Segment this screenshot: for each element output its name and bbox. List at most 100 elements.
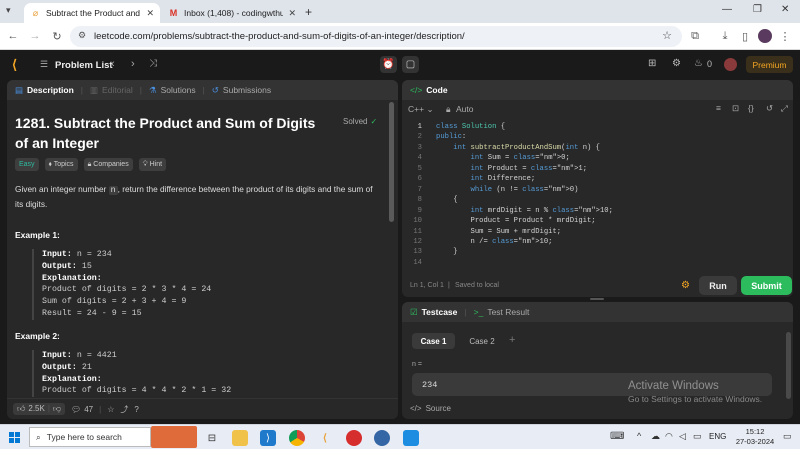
- battery-icon[interactable]: ▭: [693, 431, 702, 442]
- topics-chip[interactable]: ⬧ Topics: [44, 158, 78, 171]
- leetcode-icon: ⌀: [32, 7, 39, 18]
- example-1-line: Product of digits = 2 * 3 * 4 = 24: [42, 285, 212, 295]
- language-select[interactable]: C++ ⌄: [408, 104, 434, 115]
- code-editor[interactable]: 1 class Solution {2 public: 3 int subtractP…: [402, 123, 793, 275]
- clock-time: 15:12: [745, 427, 765, 436]
- layout-icon[interactable]: ⊞: [648, 58, 656, 69]
- forward-icon[interactable]: →: [28, 29, 42, 43]
- code-line: 11 Sum = Sum + mrdDigit;: [402, 228, 793, 239]
- line-number: 8: [417, 196, 422, 205]
- user-avatar[interactable]: [724, 58, 737, 71]
- clock[interactable]: 15:12 27-03-2024: [731, 427, 779, 447]
- bookmark-star-icon[interactable]: ☆: [662, 29, 672, 42]
- explanation-label: Explanation:: [42, 374, 102, 384]
- scrollbar[interactable]: [786, 332, 791, 399]
- problem-list-link[interactable]: Problem List: [55, 60, 113, 71]
- comments-button[interactable]: 💬︎ 47: [71, 405, 93, 414]
- watermark-title: Activate Windows: [628, 380, 719, 392]
- add-case-icon[interactable]: +: [509, 334, 515, 346]
- vscode-icon[interactable]: ⟩: [260, 430, 276, 446]
- tab-title: Subtract the Product and Sum: [46, 8, 141, 18]
- expand-icon[interactable]: ⤢: [781, 103, 788, 114]
- windows-start-icon[interactable]: [9, 432, 20, 443]
- minimize-icon[interactable]: —: [722, 4, 732, 15]
- tab-submissions[interactable]: Submissions: [223, 85, 271, 95]
- scrollbar[interactable]: [389, 102, 394, 222]
- tab-testcase[interactable]: Testcase: [422, 307, 458, 317]
- language-indicator[interactable]: ENG: [709, 432, 726, 441]
- settings-gear-icon[interactable]: ⚙: [672, 58, 681, 69]
- window-close-icon[interactable]: ✕: [781, 4, 789, 15]
- fire-icon[interactable]: ♨: [694, 58, 703, 69]
- braces-icon[interactable]: {}: [748, 103, 754, 113]
- taskbar-search-box[interactable]: ⌕ Type here to search: [29, 427, 151, 447]
- file-explorer-icon[interactable]: [232, 430, 248, 446]
- chrome-icon[interactable]: [289, 430, 305, 446]
- cloud-icon[interactable]: ☁: [651, 431, 660, 442]
- news-widget-icon[interactable]: [151, 426, 197, 448]
- browser-tab-gmail[interactable]: M Inbox (1,408) - codingwthubaid ✕: [162, 3, 302, 23]
- problem-list-icon[interactable]: ☰: [40, 59, 48, 70]
- extensions-icon[interactable]: ⧉: [688, 29, 702, 43]
- site-info-icon[interactable]: ⚙: [78, 30, 86, 41]
- profile-avatar[interactable]: [758, 29, 772, 43]
- leetcode-logo-icon[interactable]: ⟨: [12, 57, 17, 73]
- timer-icon[interactable]: ⏰: [380, 56, 397, 73]
- url-input[interactable]: ⚙ leetcode.com/problems/subtract-the-pro…: [70, 26, 682, 47]
- testcase-value: 234: [422, 380, 438, 390]
- app-red-icon[interactable]: [346, 430, 362, 446]
- menu-icon[interactable]: ⋮: [778, 29, 792, 43]
- run-button[interactable]: Run: [699, 276, 737, 295]
- tab-solutions[interactable]: Solutions: [161, 85, 196, 95]
- close-icon[interactable]: ✕: [288, 8, 296, 19]
- notification-icon[interactable]: ▭: [783, 431, 792, 442]
- tag-icon: ⬧: [48, 160, 52, 168]
- browser-tab-leetcode[interactable]: ⌀ Subtract the Product and Sum ✕: [24, 3, 160, 23]
- source-link[interactable]: </> Source: [410, 404, 451, 413]
- line-number: 4: [417, 154, 422, 163]
- debug-icon[interactable]: ⚙: [681, 280, 690, 291]
- auto-format-label[interactable]: Auto: [456, 104, 474, 114]
- like-button[interactable]: 👍︎ 2.5K | 👎︎: [13, 403, 66, 415]
- share-icon[interactable]: ⤴: [120, 404, 128, 415]
- favorite-star-icon[interactable]: ☆: [107, 405, 114, 414]
- panel-resize-handle[interactable]: [590, 298, 604, 300]
- sidepanel-icon[interactable]: ▯: [738, 29, 752, 43]
- difficulty-badge[interactable]: Easy: [15, 158, 39, 171]
- app-blue-icon[interactable]: [374, 430, 390, 446]
- format-icon[interactable]: ≡: [716, 103, 721, 113]
- example-2-line: Product of digits = 4 * 4 * 2 * 1 = 32: [42, 386, 232, 396]
- notes-icon[interactable]: ▢: [402, 56, 419, 73]
- leetcode-taskbar-icon[interactable]: ⟨: [317, 430, 333, 446]
- speaker-icon[interactable]: ◁: [679, 431, 686, 442]
- back-icon[interactable]: ←: [6, 29, 20, 43]
- tray-chevron-icon[interactable]: ^: [637, 431, 641, 441]
- case-1-tab[interactable]: Case 1: [412, 333, 455, 349]
- reset-icon[interactable]: ↺: [766, 103, 773, 114]
- submit-button[interactable]: Submit: [741, 276, 792, 295]
- close-icon[interactable]: ✕: [146, 8, 154, 19]
- restore-icon[interactable]: ❐: [753, 4, 762, 15]
- new-tab-button[interactable]: +: [305, 5, 312, 19]
- tab-editorial[interactable]: Editorial: [102, 85, 133, 95]
- task-view-icon[interactable]: ⊟: [204, 430, 220, 446]
- line-number: 7: [417, 185, 422, 194]
- thumbs-down-icon[interactable]: 👎︎: [53, 404, 61, 414]
- downloads-icon[interactable]: ⤓: [718, 29, 732, 43]
- case-2-tab[interactable]: Case 2: [462, 333, 502, 349]
- keyboard-icon[interactable]: ⌨: [610, 431, 624, 442]
- wifi-icon[interactable]: ◠: [665, 431, 673, 442]
- premium-button[interactable]: Premium: [746, 56, 793, 73]
- tab-description[interactable]: Description: [27, 85, 74, 95]
- next-problem-icon[interactable]: ›: [131, 58, 135, 70]
- prev-problem-icon[interactable]: ‹: [111, 58, 115, 70]
- reload-icon[interactable]: ↻: [50, 29, 64, 43]
- companies-chip[interactable]: 🔒︎ Companies: [83, 158, 133, 171]
- shuffle-icon[interactable]: ⤨: [149, 58, 157, 69]
- tab-search-icon[interactable]: ▾: [6, 5, 18, 17]
- bookmark-icon[interactable]: ⊡: [732, 103, 739, 114]
- app-photos-icon[interactable]: [403, 430, 419, 446]
- hint-chip[interactable]: 💡︎ Hint: [138, 158, 167, 171]
- help-icon[interactable]: ?: [134, 405, 138, 414]
- tab-test-result[interactable]: Test Result: [487, 307, 529, 317]
